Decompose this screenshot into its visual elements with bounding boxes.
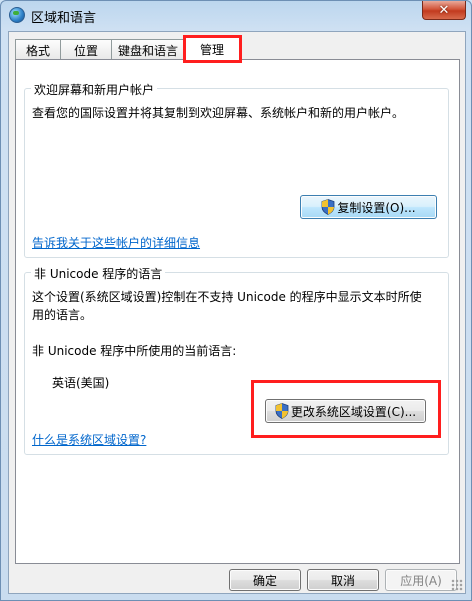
copy-settings-button[interactable]: 复制设置(O)...	[300, 195, 437, 219]
group-title: 非 Unicode 程序的语言	[31, 265, 166, 282]
change-system-locale-label: 更改系统区域设置(C)...	[290, 404, 417, 419]
tab-keyboards[interactable]: 键盘和语言	[111, 39, 185, 60]
ok-label: 确定	[252, 573, 277, 588]
tab-administrative[interactable]: 管理	[184, 36, 240, 61]
resize-grip[interactable]	[451, 579, 463, 591]
copy-settings-label: 复制设置(O)...	[337, 200, 416, 215]
tab-label: 管理	[199, 42, 224, 57]
unicode-description-line2: 用的语言。	[32, 308, 93, 322]
system-locale-help-link[interactable]: 什么是系统区域设置?	[32, 431, 146, 449]
uac-shield-icon	[321, 199, 335, 215]
cancel-label: 取消	[330, 573, 355, 588]
dialog-client: 格式 位置 键盘和语言 管理 欢迎屏幕和新用户帐户 查看您的国际设置并将其复制到…	[8, 31, 466, 594]
accounts-info-link[interactable]: 告诉我关于这些帐户的详细信息	[32, 234, 200, 252]
close-button[interactable]: ✕	[422, 1, 466, 20]
non-unicode-group: 非 Unicode 程序的语言 这个设置(系统区域设置)控制在不支持 Unico…	[24, 265, 449, 455]
tab-label: 键盘和语言	[117, 43, 178, 58]
group-title: 欢迎屏幕和新用户帐户	[31, 81, 158, 98]
apply-button[interactable]: 应用(A)	[385, 569, 457, 591]
change-system-locale-button[interactable]: 更改系统区域设置(C)...	[265, 399, 426, 423]
close-icon: ✕	[438, 2, 450, 18]
welcome-screen-group: 欢迎屏幕和新用户帐户 查看您的国际设置并将其复制到欢迎屏幕、系统帐户和新的用户帐…	[24, 81, 449, 258]
uac-shield-icon	[275, 403, 289, 419]
window-title: 区域和语言	[31, 11, 97, 26]
ok-button[interactable]: 确定	[229, 569, 301, 591]
current-language-value: 英语(美国)	[52, 376, 110, 390]
tab-location[interactable]: 位置	[60, 39, 112, 60]
title-bar[interactable]: 区域和语言 ✕	[1, 1, 471, 29]
tab-panel-administrative: 欢迎屏幕和新用户帐户 查看您的国际设置并将其复制到欢迎屏幕、系统帐户和新的用户帐…	[15, 59, 460, 564]
globe-icon	[9, 7, 25, 23]
tab-label: 位置	[73, 43, 98, 58]
apply-label: 应用(A)	[400, 573, 442, 588]
tab-formats[interactable]: 格式	[15, 39, 61, 60]
unicode-description-line1: 这个设置(系统区域设置)控制在不支持 Unicode 的程序中显示文本时所使	[32, 290, 422, 304]
region-language-window: 区域和语言 ✕ 格式 位置 键盘和语言 管理 欢迎屏幕和新用户帐户 查看您的国际…	[0, 0, 472, 601]
tab-label: 格式	[25, 43, 50, 58]
welcome-description: 查看您的国际设置并将其复制到欢迎屏幕、系统帐户和新的用户帐户。	[32, 106, 405, 120]
cancel-button[interactable]: 取消	[307, 569, 379, 591]
current-language-label: 非 Unicode 程序中所使用的当前语言:	[32, 344, 237, 358]
